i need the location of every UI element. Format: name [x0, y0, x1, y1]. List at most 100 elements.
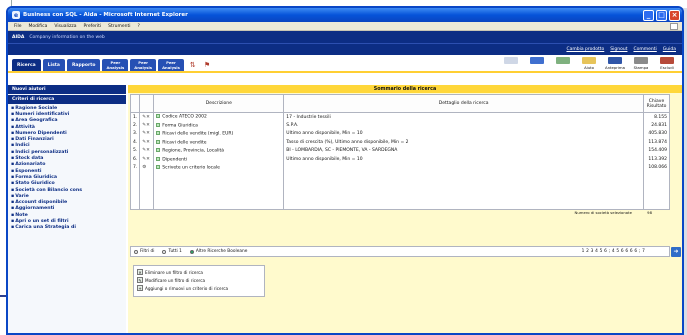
checkbox-icon[interactable]	[156, 148, 161, 152]
filter-option-1[interactable]: Filtri di	[134, 249, 154, 254]
tool-sort-icon[interactable]: ⇅	[190, 61, 198, 69]
menu-view[interactable]: Visualizza	[54, 24, 76, 29]
table-row[interactable]: 4. ✎✕ Ricavi delle vendite Tasso di cres…	[129, 138, 670, 147]
radio-icon[interactable]	[162, 249, 167, 254]
action-modify-filter[interactable]: ✎ Modificare un filtro di ricerca	[137, 276, 261, 284]
rt-label-4: Anteprima	[605, 65, 625, 70]
selected-count-value: 98	[647, 209, 652, 215]
maximize-icon[interactable]: □	[656, 9, 667, 21]
sidebar-item-label: Note	[15, 212, 28, 218]
edit-delete-icon[interactable]: ✎✕	[139, 129, 155, 138]
toolbar-help-button[interactable]: Aiuto	[578, 57, 600, 70]
edit-delete-icon[interactable]: ✎✕	[139, 138, 155, 147]
edit-delete-icon[interactable]: ✎✕	[139, 112, 155, 121]
bullet-icon: ▪	[11, 187, 15, 193]
edit-delete-icon[interactable]: ✎✕	[139, 155, 155, 164]
radio-selected-icon[interactable]	[189, 249, 194, 254]
filter-option-3[interactable]: Altre Ricerche Booleane	[189, 249, 247, 254]
print-icon	[634, 57, 648, 64]
table-row[interactable]: 5. ✎✕ Regione, Provincia, Località BI - …	[129, 146, 670, 155]
table-row[interactable]: 2. ✎✕ Forma Giuridica S.P.A. 24.831	[129, 121, 670, 130]
tab-peer-2-line2: Analysis	[134, 65, 153, 70]
col-number	[129, 94, 141, 113]
link-signout[interactable]: Signout	[610, 47, 627, 52]
tab-peer-analysis-1[interactable]: Peer Analysis	[102, 59, 129, 71]
windows-logo-icon	[670, 22, 678, 30]
action-delete-filter[interactable]: ✕ Eliminare un filtro di ricerca	[137, 268, 261, 276]
row-description-text: Regione, Provincia, Località	[162, 148, 225, 154]
selected-count: Numero di società selezionate 98	[130, 210, 670, 216]
radio-icon[interactable]	[134, 249, 138, 254]
close-icon[interactable]: ×	[669, 9, 680, 21]
tab-peer-analysis-2[interactable]: Peer Analysis	[130, 59, 157, 71]
go-button[interactable]: ➜	[671, 247, 681, 257]
row-detail: Ultimo anno disponibile, Min = 10	[283, 129, 644, 138]
sidebar-item-label: Esponenti	[15, 168, 42, 174]
checkbox-icon[interactable]	[156, 122, 161, 127]
actions-panel: ✕ Eliminare un filtro di ricerca ✎ Modific…	[133, 265, 265, 297]
row-number: 5.	[129, 146, 141, 155]
row-detail: 17 - Industrie tessili	[283, 112, 644, 121]
filter-option-2[interactable]: Tutti 1	[162, 249, 182, 254]
toolbar-preview-button[interactable]: Anteprima	[604, 57, 626, 70]
tool-filter-icon[interactable]: ⚑	[204, 61, 212, 69]
row-detail: S.P.A.	[283, 121, 644, 130]
bullet-icon: ▪	[11, 218, 15, 224]
action-add-remove-criterion[interactable]: + Aggiungi o rimuovi un criterio di ricer…	[137, 284, 261, 292]
tab-list[interactable]: Lista	[42, 59, 65, 71]
link-comments[interactable]: Commenti	[633, 47, 656, 52]
tab-report[interactable]: Rapporto	[66, 59, 101, 71]
toolbar-arrow-button[interactable]	[552, 57, 574, 70]
window-titlebar: e Business con SQL - Aida - Microsoft In…	[8, 8, 682, 22]
row-description-text: Codice ATECO 2002	[162, 114, 207, 120]
filler-cell	[153, 172, 285, 210]
link-change-product[interactable]: Cambia prodotto	[566, 47, 604, 52]
menu-help[interactable]: ?	[137, 24, 139, 29]
row-count: 405.830	[643, 129, 670, 138]
tab-search[interactable]: Ricerca	[12, 59, 41, 71]
toolbar-chart-button[interactable]	[500, 57, 522, 70]
sidebar-item-label: Stock data	[15, 156, 44, 162]
sidebar-item-label: Numero Dipendenti	[15, 130, 67, 136]
row-description: Codice ATECO 2002	[153, 112, 285, 121]
boolean-expression[interactable]: 1 2 3 4 5 6 ; 4 5 6 6 6 6 ; 7	[582, 249, 645, 254]
menu-favorites[interactable]: Preferiti	[84, 24, 102, 29]
row-description: Dipendenti	[153, 155, 285, 164]
sidebar-item-carica[interactable]: ▪ Carica una Strategia di	[8, 225, 126, 231]
sidebar-criteria-header[interactable]: Criteri di ricerca	[8, 95, 126, 104]
toolbar-exclude-button[interactable]: Escludi	[656, 57, 678, 70]
toolbar-print-button[interactable]: Stampa	[630, 57, 652, 70]
filter-option-2-label: Tutti 1	[168, 249, 182, 254]
checkbox-icon[interactable]	[156, 114, 161, 119]
menu-file[interactable]: File	[14, 24, 22, 29]
sidebar-item-label: Apri o un set di filtri	[15, 218, 69, 224]
edit-delete-icon[interactable]: ✎✕	[139, 121, 155, 130]
checkbox-icon[interactable]	[156, 139, 161, 144]
rt-label-6: Escludi	[660, 65, 674, 70]
table-row[interactable]: 6. ✎✕ Dipendenti Ultimo anno disponibile…	[129, 155, 670, 164]
link-help[interactable]: Guida	[663, 47, 676, 52]
minimize-icon[interactable]: _	[643, 9, 654, 21]
table-row[interactable]: 7. ⚙ Scrivete un criterio locale 108.066	[129, 163, 670, 172]
edit-delete-icon[interactable]: ✎✕	[139, 146, 155, 155]
menu-edit[interactable]: Modifica	[29, 24, 48, 29]
sidebar-new-search[interactable]: Nuovi aiutori	[8, 85, 126, 94]
main-toolbar: Ricerca Lista Rapporto Peer Analysis Pee…	[8, 55, 682, 73]
checkbox-icon[interactable]	[156, 165, 161, 169]
menu-tools[interactable]: Strumenti	[108, 24, 130, 29]
checkbox-icon[interactable]	[156, 156, 161, 161]
table-row[interactable]: 1. ✎✕ Codice ATECO 2002 17 - Industrie t…	[129, 112, 670, 121]
sidebar-item-label: Stato Giuridico	[15, 181, 55, 187]
row-number: 6.	[129, 155, 141, 164]
app-logo: AIDA	[12, 34, 25, 40]
bullet-icon: ▪	[11, 193, 15, 199]
table-row[interactable]: 3. ✎✕ Ricavi delle vendite (migl. EUR) U…	[129, 129, 670, 138]
bullet-icon: ▪	[11, 143, 15, 149]
sidebar-item-label: Indici	[15, 143, 30, 149]
settings-icon[interactable]: ⚙	[139, 163, 155, 172]
boolean-filter-bar: Filtri di Tutti 1 Altre Ricerche Boolean…	[130, 246, 681, 257]
tab-peer-analysis-3[interactable]: Peer Analysis	[158, 59, 184, 71]
checkbox-icon[interactable]	[156, 131, 161, 135]
toolbar-export-button[interactable]	[526, 57, 548, 70]
sidebar-item-label: Dati Finanziari	[15, 137, 54, 143]
